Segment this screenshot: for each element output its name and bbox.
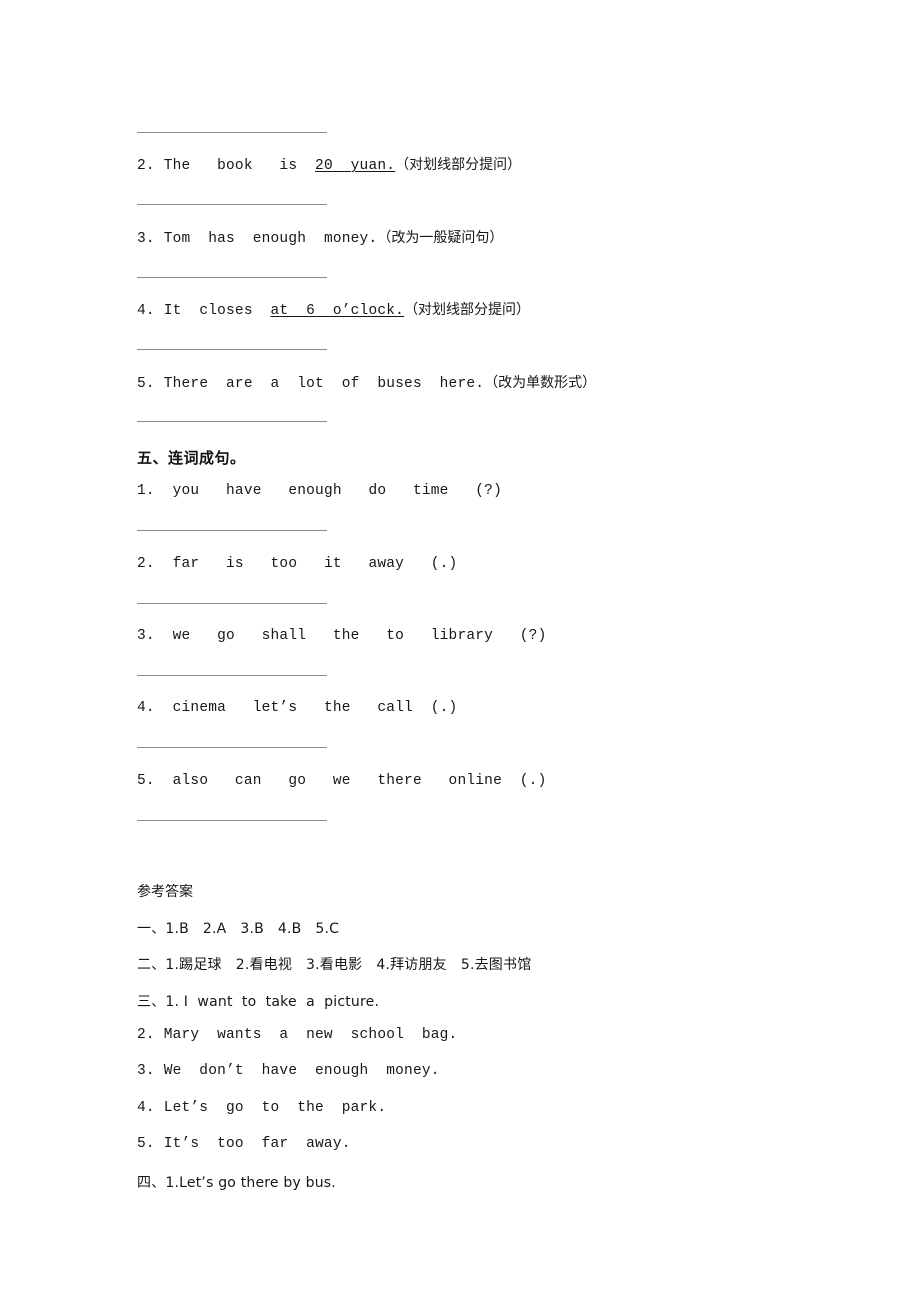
answer-key-line: 5. It’s too far away. — [137, 1136, 351, 1152]
section-heading-five: 五、连词成句。 — [137, 449, 246, 467]
scrambled-words: far is too it away (.) — [154, 556, 458, 572]
question-number: 1. — [137, 483, 155, 499]
question-number: 4. — [137, 700, 155, 716]
question-number: 3. — [137, 628, 155, 644]
question-number: 4. — [137, 303, 155, 319]
question-text: It closes — [154, 303, 271, 319]
scrambled-words: you have enough do time (?) — [154, 483, 502, 499]
answer-key-line: 二、1.踢足球 2.看电视 3.看电影 4.拜访朋友 5.去图书馆 — [137, 957, 532, 973]
underlined-answer-part: at 6 o’clock. — [270, 303, 405, 319]
scrambled-words: cinema let’s the call (.) — [154, 700, 458, 716]
question-instruction: （对划线部分提问） — [404, 302, 531, 318]
question-instruction: （改为一般疑问句） — [377, 230, 504, 246]
rearrange-item-1: 1. you have enough do time (?) — [137, 484, 502, 499]
answer-key-line: 三、1. I want to take a picture. — [137, 994, 380, 1010]
question-instruction: （改为单数形式） — [484, 375, 597, 391]
answer-key-line: 一、1.B 2.A 3.B 4.B 5.C — [137, 921, 340, 937]
question-text: There are a lot of buses here. — [154, 376, 485, 392]
question-instruction: （对划线部分提问） — [395, 157, 522, 173]
scrambled-words: also can go we there online (.) — [154, 773, 547, 789]
rearrange-item-5: 5. also can go we there online (.) — [137, 774, 546, 789]
answer-key-line: 4. Let’s go to the park. — [137, 1100, 387, 1116]
rearrange-item-2: 2. far is too it away (.) — [137, 557, 457, 572]
question-item-5: 5. There are a lot of buses here.（改为单数形式… — [137, 376, 596, 392]
question-number: 3. — [137, 231, 155, 247]
question-item-3: 3. Tom has enough money.（改为一般疑问句） — [137, 231, 503, 247]
question-text: The book is — [154, 158, 316, 174]
question-item-4: 4. It closes at 6 o’clock.（对划线部分提问） — [137, 303, 530, 319]
answer-key-line: 3. We don’t have enough money. — [137, 1063, 440, 1079]
answer-key-line: 四、1.Let’s go there by bus. — [137, 1175, 336, 1191]
question-text: Tom has enough money. — [154, 231, 378, 247]
scrambled-words: we go shall the to library (?) — [154, 628, 547, 644]
answer-key-line: 2. Mary wants a new school bag. — [137, 1027, 458, 1043]
rearrange-item-4: 4. cinema let’s the call (.) — [137, 701, 457, 716]
question-number: 5. — [137, 773, 155, 789]
question-number: 2. — [137, 158, 155, 174]
question-number: 5. — [137, 376, 155, 392]
rearrange-item-3: 3. we go shall the to library (?) — [137, 629, 546, 644]
answer-key-heading: 参考答案 — [137, 884, 193, 900]
question-item-2: 2. The book is 20 yuan.（对划线部分提问） — [137, 158, 521, 174]
underlined-answer-part: 20 yuan. — [315, 158, 396, 174]
question-number: 2. — [137, 556, 155, 572]
worksheet-page: 2. The book is 20 yuan.（对划线部分提问） 3. Tom … — [0, 0, 920, 1302]
